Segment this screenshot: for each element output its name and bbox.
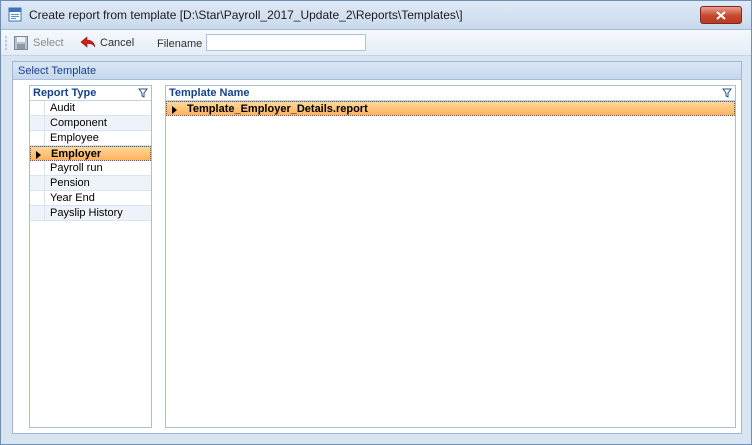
report-type-header[interactable]: Report Type <box>30 86 151 101</box>
title-bar: Create report from template [D:\Star\Pay… <box>1 1 751 30</box>
report-type-header-label: Report Type <box>33 87 97 99</box>
select-label: Select <box>33 36 64 49</box>
cancel-button[interactable]: Cancel <box>80 34 134 51</box>
report-type-row-employee[interactable]: Employee <box>30 131 151 146</box>
back-arrow-icon <box>80 35 96 48</box>
template-name-header[interactable]: Template Name <box>166 86 735 101</box>
save-disk-icon <box>14 35 28 50</box>
report-type-row-component[interactable]: Component <box>30 116 151 131</box>
report-type-row-payroll-run[interactable]: Payroll run <box>30 161 151 176</box>
report-type-row-pension[interactable]: Pension <box>30 176 151 191</box>
current-row-arrow-icon <box>172 106 177 114</box>
panel-title: Select Template <box>18 65 97 77</box>
report-type-row-year-end[interactable]: Year End <box>30 191 151 206</box>
report-type-row-payslip-history[interactable]: Payslip History <box>30 206 151 221</box>
window-title: Create report from template [D:\Star\Pay… <box>29 8 463 22</box>
template-name-header-label: Template Name <box>169 87 250 99</box>
filter-funnel-icon[interactable] <box>138 88 148 98</box>
cancel-label: Cancel <box>100 36 135 49</box>
select-button[interactable]: Select <box>13 34 64 51</box>
report-type-row-audit[interactable]: Audit <box>30 101 151 116</box>
template-name-grid[interactable]: Template Name Template_Employer_Details.… <box>165 85 736 428</box>
filename-input[interactable] <box>206 34 366 51</box>
toolbar: Select Cancel Filename : <box>1 30 751 56</box>
filter-funnel-icon[interactable] <box>722 88 732 98</box>
close-button[interactable] <box>700 6 742 24</box>
close-icon <box>716 11 726 20</box>
report-type-row-employer[interactable]: Employer <box>30 146 151 161</box>
panel-header: Select Template <box>13 62 741 80</box>
template-row[interactable]: Template_Employer_Details.report <box>166 101 735 116</box>
select-template-panel: Select Template Report Type Audit Compon… <box>12 61 742 434</box>
current-row-arrow-icon <box>36 151 41 159</box>
toolbar-grip[interactable] <box>5 35 7 50</box>
filename-label: Filename : <box>157 38 209 50</box>
template-file-name: Template_Employer_Details.report <box>187 103 368 115</box>
create-report-dialog: Create report from template [D:\Star\Pay… <box>0 0 752 445</box>
report-template-icon <box>8 7 22 22</box>
report-type-grid[interactable]: Report Type Audit Component Employee Emp… <box>29 85 152 428</box>
